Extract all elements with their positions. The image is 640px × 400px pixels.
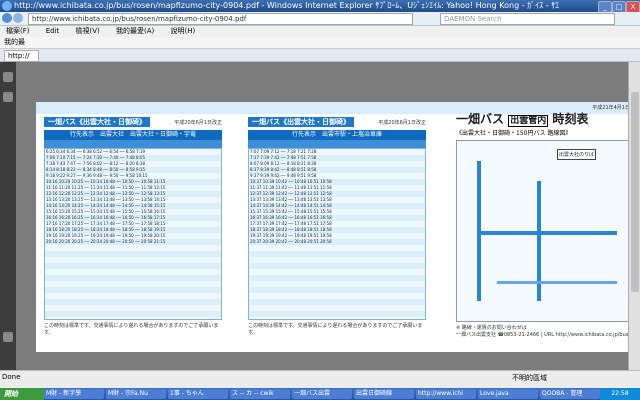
clock: 22:58: [600, 388, 640, 400]
menu-view[interactable]: 檢視(V): [76, 27, 100, 35]
timetable-middle: 一畑バス《出雲大社・日御碕》 平成20年6月1日改正 行先表示 出雲市駅・上塩治…: [248, 116, 426, 336]
title-end: 時刻表: [552, 112, 589, 126]
route-map-panel: 平成21年4月1日発行 一畑バス 出雲管内 時刻表 《出雲大社・日御碕・150円…: [456, 105, 640, 346]
menu-bar: 檔案(F) Edit 檢視(V) 我的最愛(A) 說明(H): [0, 26, 640, 37]
table-row: 20:16 20:20 20:25 ── 20:34 20:48 ── 20:5…: [46, 239, 166, 244]
favorites-bar: 我的最: [0, 37, 640, 49]
revision-date: 平成20年6月1日改正: [378, 120, 426, 126]
search-input[interactable]: DAEMON Search: [440, 13, 615, 25]
menu-file[interactable]: 檔案(F): [6, 27, 30, 35]
pages-icon[interactable]: [3, 72, 13, 82]
address-bar: http://www.ichibata.co.jp/bus/rosen/mapf…: [0, 12, 640, 26]
route-label: 一畑バス《出雲大社・日御碕》: [248, 117, 354, 127]
pdf-page: 一畑バス《出雲大社・日御碕》 平成20年6月1日改正 行先表示 出雲大社 出雲大…: [36, 102, 640, 352]
table-row: 20:37 20:39 20:42 ── 20:48 20:51 20:58: [250, 239, 332, 244]
menu-edit[interactable]: Edit: [46, 27, 60, 35]
taskbar-item[interactable]: ス -- カ -- cwik: [230, 389, 290, 399]
timetable-note: この時刻は標準です。交通事情により遅れる場合がありますのでご了承願います。: [44, 323, 219, 336]
panel-subtitle: 《出雲大社・日御碕・150円バス 路線図》: [456, 130, 572, 137]
route-line: [497, 281, 617, 284]
taskbar-item[interactable]: 出雲日御碕線: [354, 389, 414, 399]
stop-header: [248, 140, 426, 148]
footer-line-1: ※ 路線・運賃のお問い合わせは: [456, 325, 527, 331]
timetable-left: 一畑バス《出雲大社・日御碕》 平成20年6月1日改正 行先表示 出雲大社 出雲大…: [44, 116, 222, 336]
pdf-sidebar: [0, 62, 16, 370]
status-text: Done: [2, 373, 21, 381]
menu-help[interactable]: 說明(H): [171, 27, 196, 35]
route-map: 出雲大社のりば: [456, 140, 640, 322]
taskbar-item[interactable]: 1事 - ちゃん: [168, 389, 228, 399]
title-box: 出雲管内: [508, 115, 549, 127]
vertical-scrollbar[interactable]: [628, 62, 640, 370]
footer-line-2: 一畑バス出雲支社 ☎0853-21-2466 | URL http://www.…: [456, 332, 631, 338]
tab-bar: http://: [0, 49, 640, 62]
taskbar-item[interactable]: QOOBA - 管理: [540, 389, 600, 399]
menu-favorites[interactable]: 我的最愛(A): [116, 27, 154, 35]
timetable-grid: 7:07 7:09 7:12 ── 7:18 7:21 7:28 7:37 7:3…: [248, 148, 426, 320]
scroll-thumb[interactable]: [631, 92, 639, 292]
timetable-grid: 6:25 6:34 6:34 ── 6:38 6:52 ── 6:54 ── 6…: [44, 148, 222, 320]
favorites-label[interactable]: 我的最: [4, 38, 25, 46]
attachment-icon[interactable]: [3, 332, 13, 342]
ie-icon: [2, 1, 12, 11]
route-label: 一畑バス《出雲大社・日御碕》: [44, 117, 150, 127]
pdf-viewer: 一畑バス《出雲大社・日御碕》 平成20年6月1日改正 行先表示 出雲大社 出雲大…: [16, 62, 640, 370]
map-label: 出雲大社のりば: [557, 149, 597, 160]
taskbar-item[interactable]: Love.java: [478, 389, 538, 399]
stop-header: [44, 140, 222, 148]
column-header: 行先表示 出雲大社 出雲大社・日御碕・宇竜: [44, 130, 222, 140]
panel-title: 一畑バス 出雲管内 時刻表: [456, 110, 640, 127]
start-button[interactable]: 開始: [0, 388, 44, 400]
forward-icon[interactable]: [13, 13, 23, 23]
panel-footer: ※ 路線・運賃のお問い合わせは 一畑バス出雲支社 ☎0853-21-2466 |…: [456, 324, 640, 338]
taskbar: 開始 M財 - 新字學 M財 - 宗Fa.Nu 1事 - ちゃんス -- カ -- …: [0, 388, 640, 400]
route-line: [477, 231, 617, 235]
title-main: 一畑バス: [456, 112, 505, 126]
timetable-note: この時刻は標準です。交通事情により遅れる場合がありますのでご了承願います。: [248, 323, 423, 336]
taskbar-item[interactable]: M財 - 新字學: [44, 389, 104, 399]
taskbar-item[interactable]: http://www.ichi: [416, 389, 476, 399]
zone-indicator: 不明的區域: [512, 374, 547, 382]
url-field[interactable]: http://www.ichibata.co.jp/bus/rosen/mapf…: [28, 13, 413, 25]
status-bar: Done 不明的區域: [0, 370, 640, 389]
window-title: http://www.ichibata.co.jp/bus/rosen/mapf…: [14, 1, 560, 10]
bookmark-icon[interactable]: [3, 92, 13, 102]
taskbar-item[interactable]: M財 - 宗Fa.Nu: [106, 389, 166, 399]
back-icon[interactable]: [2, 13, 12, 23]
column-header: 行先表示 出雲市駅・上塩治車庫: [248, 130, 426, 140]
revision-date: 平成20年6月1日改正: [174, 120, 222, 126]
tab-pdf[interactable]: http://: [4, 50, 39, 62]
taskbar-item[interactable]: 一畑バス出雲: [292, 389, 352, 399]
window-titlebar: http://www.ichibata.co.jp/bus/rosen/mapf…: [0, 0, 640, 13]
